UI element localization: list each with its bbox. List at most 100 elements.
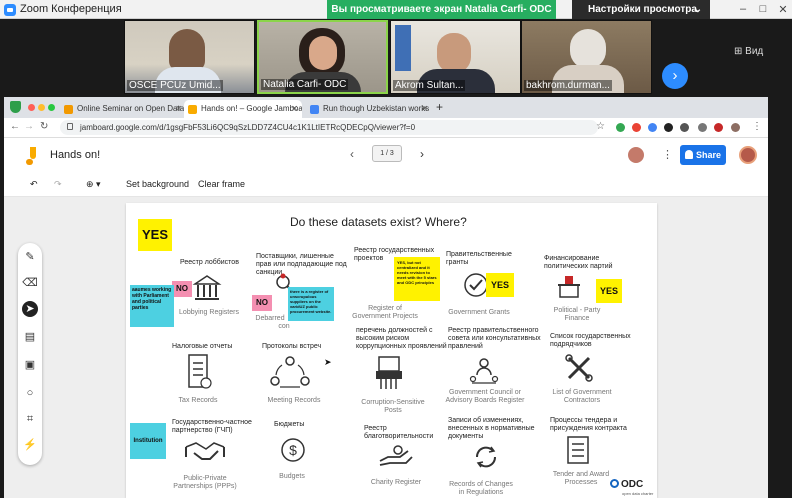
- board-title: Do these datasets exist? Where?: [290, 215, 467, 229]
- extension-icon[interactable]: [648, 123, 657, 132]
- select-arrow-icon[interactable]: ➤: [22, 301, 38, 317]
- sticky-note[interactable]: YES: [596, 279, 622, 303]
- item-en-label: Corruption-Sensitive Posts: [361, 399, 425, 414]
- item-en-label: Lobbying Registers: [179, 309, 239, 316]
- participant-tile[interactable]: bakhrom.durman...: [521, 20, 652, 94]
- window-minimize-dot[interactable]: [38, 104, 45, 111]
- redo-icon[interactable]: ↷: [54, 179, 62, 190]
- zoom-icon[interactable]: ⊕ ▾: [86, 179, 101, 190]
- item-ru-label: Бюджеты: [274, 421, 305, 428]
- tab-label: Hands on! – Google Jamboard: [201, 104, 302, 113]
- dollar-coin-icon: $: [281, 438, 305, 462]
- clear-frame-button[interactable]: Clear frame: [198, 179, 245, 189]
- puzzle-icon[interactable]: [698, 123, 707, 132]
- participant-tile[interactable]: OSCE PCUz Umid...: [124, 20, 255, 94]
- sticky-note[interactable]: Institution: [130, 423, 166, 459]
- participant-strip: OSCE PCUz Umid... Natalia Carfi- ODC Akr…: [0, 19, 792, 96]
- jamboard-header: Hands on! ‹ 1 / 3 › ⋮ Share: [4, 139, 768, 175]
- view-options-button[interactable]: Настройки просмотра ⌄: [572, 0, 710, 19]
- extension-icon[interactable]: [664, 123, 673, 132]
- share-button[interactable]: Share: [680, 145, 726, 165]
- frame-indicator[interactable]: 1 / 3: [372, 145, 402, 162]
- more-vert-icon[interactable]: ⋮: [752, 121, 762, 132]
- view-menu[interactable]: ⊞ Вид: [734, 46, 763, 57]
- sticky-note[interactable]: aaumes working with Parliament and polit…: [130, 285, 174, 327]
- odc-logo-text: ODC: [621, 479, 644, 490]
- profile-avatar[interactable]: [731, 123, 740, 132]
- jam-frame[interactable]: Do these datasets exist? Where? YES Реес…: [126, 203, 657, 498]
- item-ru-label: Реестр лоббистов: [180, 259, 239, 266]
- next-frame-icon[interactable]: ›: [420, 147, 424, 161]
- extension-icon[interactable]: [632, 123, 641, 132]
- laser-icon[interactable]: ⚡: [22, 437, 38, 453]
- side-toolbar: ✎ ⌫ ➤ ▤ ▣ ○ ⌗ ⚡: [18, 243, 42, 465]
- bookmark-star-icon[interactable]: ☆: [596, 121, 605, 132]
- item-ru-label: Список государственных подрядчиков: [550, 333, 631, 348]
- grid-icon: ⊞: [734, 46, 743, 57]
- window-zoom-dot[interactable]: [48, 104, 55, 111]
- item-ru-label: Налоговые отчеты: [172, 343, 233, 350]
- item-en-label: Budgets: [279, 473, 305, 480]
- new-tab-button[interactable]: +: [436, 100, 443, 114]
- close-tab-icon[interactable]: ✕: [175, 100, 182, 118]
- eraser-icon[interactable]: ⌫: [22, 275, 38, 291]
- tools-icon: [565, 354, 593, 382]
- set-background-button[interactable]: Set background: [126, 179, 189, 189]
- item-en-label: Political - Party Finance: [553, 307, 601, 322]
- reload-icon[interactable]: ↻: [40, 121, 48, 132]
- pen-icon[interactable]: ✎: [22, 249, 38, 265]
- text-box-icon[interactable]: ⌗: [22, 411, 38, 427]
- window-close-dot[interactable]: [28, 104, 35, 111]
- extension-icon[interactable]: [680, 123, 689, 132]
- participant-video: [395, 25, 411, 71]
- undo-icon[interactable]: ↶: [30, 179, 38, 190]
- sticky-note[interactable]: YES: [486, 273, 514, 297]
- item-ru-label: Финансирование политических партий: [544, 255, 613, 270]
- favicon-icon: [64, 105, 73, 114]
- item-en-label: Debarred: [255, 315, 285, 322]
- sticky-note[interactable]: NO: [252, 295, 272, 311]
- next-page-button[interactable]: ›: [662, 63, 688, 89]
- sticky-note[interactable]: there is a register of unscrupulous supp…: [288, 287, 334, 321]
- item-en-label: List of Government Contractors: [552, 389, 612, 404]
- sticky-note-icon[interactable]: ▤: [22, 329, 38, 345]
- tab-online-seminar[interactable]: Online Seminar on Open Data ✕: [60, 100, 186, 118]
- close-tab-icon[interactable]: ✕: [421, 100, 428, 118]
- more-vert-icon[interactable]: ⋮: [662, 148, 673, 161]
- jam-title[interactable]: Hands on!: [50, 149, 100, 161]
- extension-icon[interactable]: [714, 123, 723, 132]
- extension-icon[interactable]: [616, 123, 625, 132]
- close-tab-icon[interactable]: ✕: [291, 100, 298, 118]
- share-label: Share: [696, 150, 722, 160]
- close-icon[interactable]: ✕: [776, 3, 790, 16]
- item-en-label: Public-Private Partnerships (PPPs): [173, 475, 237, 490]
- avatar[interactable]: [628, 147, 644, 163]
- lock-icon: [67, 123, 73, 130]
- docs-favicon-icon: [310, 105, 319, 114]
- url-input[interactable]: jamboard.google.com/d/1gsgFbF53Li6QC9qSz…: [60, 120, 598, 135]
- sticky-note[interactable]: YES, but not centralized and it needs re…: [394, 257, 440, 301]
- participant-tile-active-speaker[interactable]: Natalia Carfi- ODC: [257, 20, 388, 94]
- tab-jamboard[interactable]: Hands on! – Google Jamboard ✕: [184, 100, 302, 118]
- participant-video: [169, 29, 205, 71]
- sticky-note[interactable]: YES: [138, 219, 172, 251]
- image-icon[interactable]: ▣: [22, 357, 38, 373]
- prev-frame-icon[interactable]: ‹: [350, 147, 354, 161]
- sticky-note[interactable]: NO: [172, 281, 192, 297]
- refresh-cycle-icon: [475, 446, 497, 468]
- odc-logo: ODC: [610, 479, 643, 490]
- council-icon: [469, 358, 499, 384]
- participant-tile[interactable]: Akrom Sultan...: [390, 20, 521, 94]
- item-ru-label: Государственно-частное партнерство (ГЧП): [172, 419, 252, 434]
- tab-run-through[interactable]: Run though Uzbekistan works ✕: [306, 100, 432, 118]
- shape-circle-icon[interactable]: ○: [22, 385, 38, 401]
- back-icon[interactable]: ←: [10, 121, 20, 132]
- minimize-icon[interactable]: –: [736, 3, 750, 15]
- zoom-window: Zoom Конференция Вы просматриваете экран…: [0, 0, 792, 498]
- zoom-title-bar: Zoom Конференция Вы просматриваете экран…: [0, 0, 792, 19]
- forward-icon[interactable]: →: [24, 121, 34, 132]
- maximize-icon[interactable]: □: [756, 3, 770, 15]
- item-ru-label: Правительственные гранты: [446, 251, 512, 266]
- avatar[interactable]: [739, 146, 757, 164]
- item-en-label: con: [278, 323, 290, 330]
